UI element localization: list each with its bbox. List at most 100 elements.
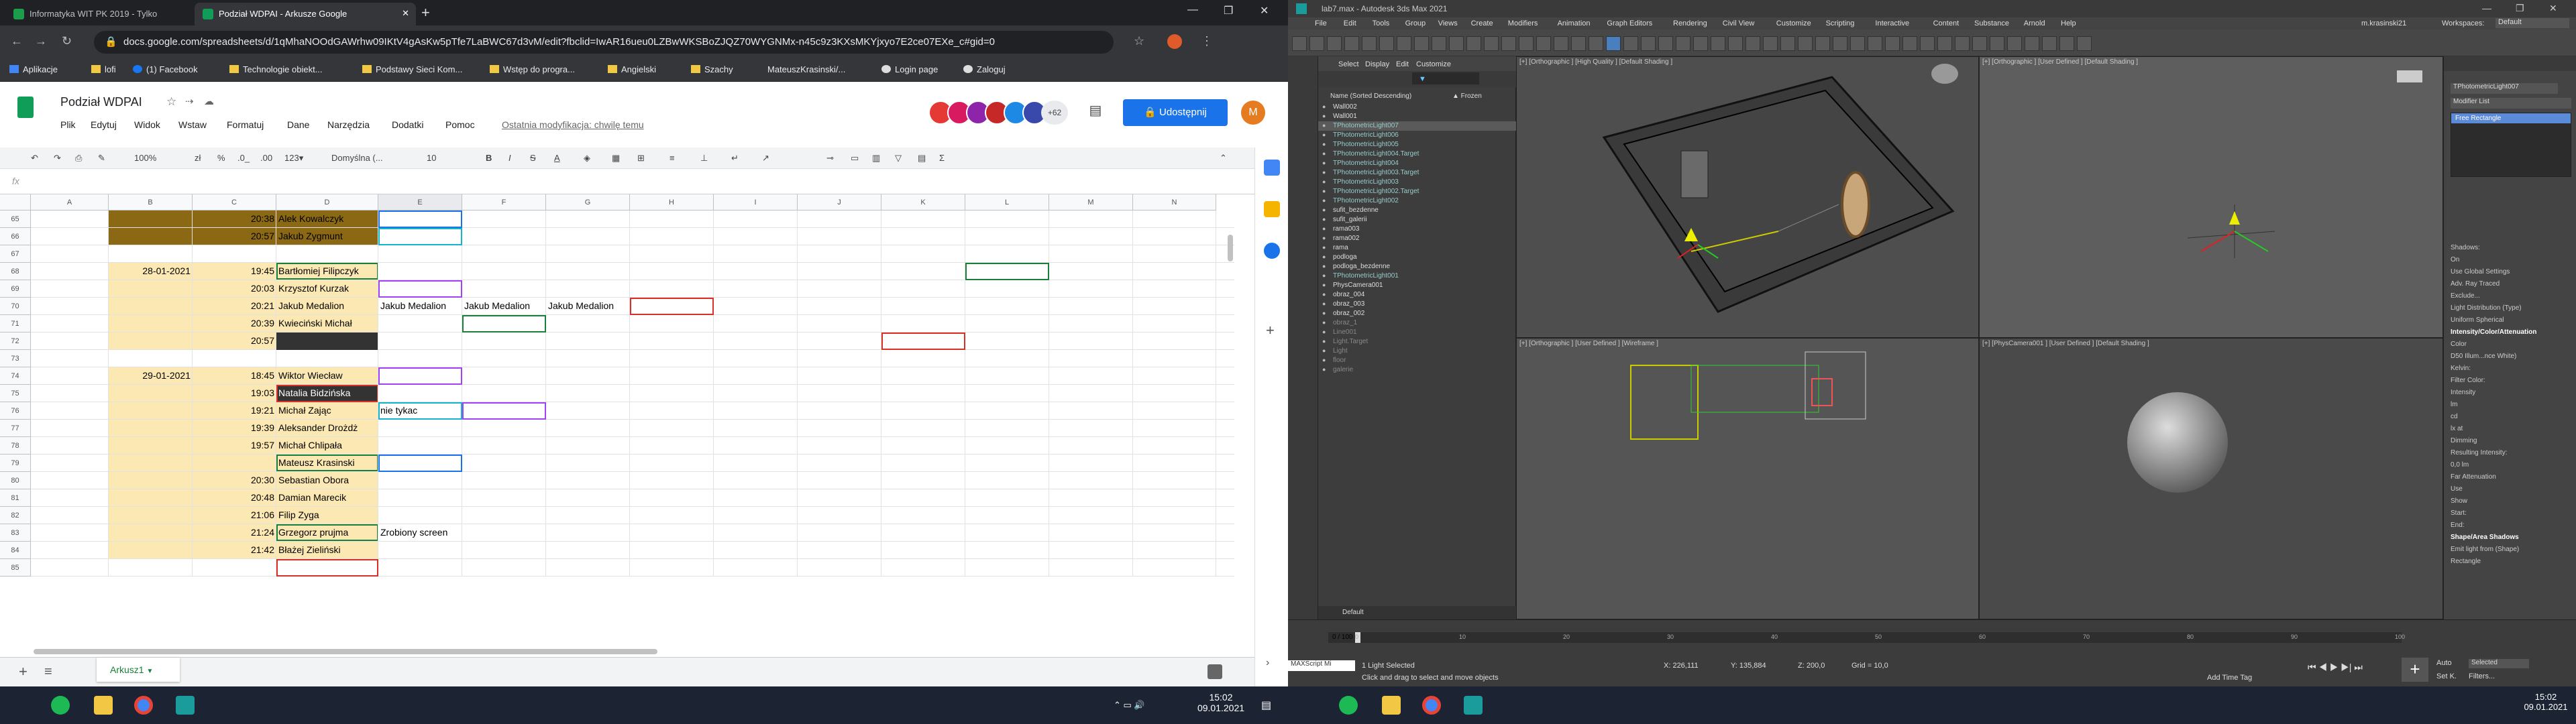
menu-dodatki[interactable]: Dodatki bbox=[392, 119, 423, 130]
toolbar-tool-icon[interactable] bbox=[1536, 36, 1551, 51]
scene-object-item[interactable]: rama002 bbox=[1333, 235, 1359, 242]
toolbar-tool-icon[interactable] bbox=[1728, 36, 1743, 51]
eye-icon[interactable]: ● bbox=[1322, 169, 1326, 176]
scene-object-item[interactable]: TPhotometricLight004.Target bbox=[1333, 150, 1419, 158]
parameter-label[interactable]: Exclude... bbox=[2451, 292, 2480, 300]
cell-name[interactable]: Filip Zyga bbox=[276, 507, 378, 524]
bookmark-tech[interactable]: Technologie obiekt... bbox=[229, 64, 323, 74]
cell-time[interactable]: 21:42 bbox=[193, 542, 276, 558]
font-select[interactable]: Domyślna (... bbox=[331, 153, 383, 163]
notifications-icon[interactable]: ▤ bbox=[1261, 699, 1271, 712]
cell-time[interactable]: 18:45 bbox=[193, 367, 276, 384]
parameter-label[interactable]: Adv. Ray Traced bbox=[2451, 280, 2500, 288]
scene-column-frozen[interactable]: ▲ Frozen bbox=[1452, 93, 1482, 100]
toolbar-tool-icon[interactable] bbox=[1833, 36, 1847, 51]
italic-button[interactable]: I bbox=[508, 153, 511, 163]
max-menu-edit[interactable]: Edit bbox=[1344, 19, 1356, 27]
toolbar-tool-icon[interactable] bbox=[1292, 36, 1307, 51]
toolbar-tool-icon[interactable] bbox=[1693, 36, 1708, 51]
row-header-69[interactable]: 69 bbox=[0, 280, 31, 298]
spotify-icon[interactable] bbox=[1339, 696, 1358, 715]
expand-panel-icon[interactable]: › bbox=[1266, 657, 1269, 669]
toolbar-tool-icon[interactable] bbox=[1309, 36, 1324, 51]
collapse-menu-icon[interactable]: ⌃ bbox=[1220, 153, 1227, 164]
set-key-button[interactable]: Set K. bbox=[2436, 672, 2457, 680]
parameter-label[interactable]: Intensity bbox=[2451, 389, 2475, 396]
horizontal-scrollbar[interactable] bbox=[34, 649, 657, 654]
chrome-icon[interactable] bbox=[134, 696, 153, 715]
viewport-label[interactable]: [+] [PhysCamera001 ] [User Defined ] [De… bbox=[1982, 340, 2149, 347]
row-header-72[interactable]: 72 bbox=[0, 333, 31, 350]
row-header-84[interactable]: 84 bbox=[0, 542, 31, 559]
parameter-label[interactable]: Shadows: bbox=[2451, 244, 2480, 251]
cell-name[interactable]: Aleksander Drożdż bbox=[276, 420, 378, 436]
bookmark-wstep[interactable]: Wstęp do progra... bbox=[490, 64, 575, 74]
maximize-icon[interactable]: ❐ bbox=[2516, 3, 2524, 14]
cell-name[interactable]: Natalia Bidzińska bbox=[276, 385, 378, 402]
scene-object-item[interactable]: TPhotometricLight002 bbox=[1333, 197, 1399, 204]
file-explorer-icon[interactable] bbox=[1382, 696, 1401, 715]
cell-g[interactable]: Jakub Medalion bbox=[546, 298, 616, 314]
key-filter-select[interactable]: Selected bbox=[2469, 659, 2529, 668]
toolbar-tool-icon[interactable] bbox=[1397, 36, 1411, 51]
scene-object-item[interactable]: rama bbox=[1333, 244, 1348, 251]
toolbar-tool-icon[interactable] bbox=[2059, 36, 2074, 51]
eye-icon[interactable]: ● bbox=[1322, 272, 1326, 279]
cell-time[interactable]: 21:06 bbox=[193, 507, 276, 524]
column-header-f[interactable]: F bbox=[462, 194, 546, 210]
parameter-label[interactable]: cd bbox=[2451, 413, 2458, 420]
align-icon[interactable]: ≡ bbox=[669, 153, 675, 163]
toolbar-tool-icon[interactable] bbox=[1641, 36, 1656, 51]
forward-icon[interactable]: → bbox=[35, 34, 47, 48]
bookmark-github[interactable]: MateuszKrasinski/... bbox=[767, 64, 845, 74]
cell-f[interactable]: Jakub Medalion bbox=[462, 298, 532, 314]
scene-object-item[interactable]: floor bbox=[1333, 357, 1346, 364]
max-menu-views[interactable]: Views bbox=[1438, 19, 1458, 27]
eye-icon[interactable]: ● bbox=[1322, 253, 1326, 260]
comments-icon[interactable]: ▤ bbox=[1084, 102, 1107, 123]
toolbar-tool-icon[interactable] bbox=[2007, 36, 2022, 51]
cell-name[interactable]: Alek Kowalczyk bbox=[276, 210, 378, 227]
bookmark-lofi[interactable]: lofi bbox=[91, 64, 116, 74]
scene-tab-edit[interactable]: Edit bbox=[1396, 60, 1409, 68]
eye-icon[interactable]: ● bbox=[1322, 366, 1326, 373]
eye-icon[interactable]: ● bbox=[1322, 357, 1326, 363]
eye-icon[interactable]: ● bbox=[1322, 225, 1326, 232]
modifier-stack-item[interactable]: Free Rectangle bbox=[2451, 113, 2571, 123]
3dsmax-icon[interactable] bbox=[1464, 696, 1483, 715]
max-menu-substance[interactable]: Substance bbox=[1974, 19, 2009, 27]
cell-date[interactable]: 29-01-2021 bbox=[109, 367, 193, 384]
cell-time[interactable]: 20:30 bbox=[193, 472, 276, 489]
cell-name[interactable] bbox=[276, 333, 378, 350]
increase-decimal-button[interactable]: .00 bbox=[260, 153, 272, 163]
toolbar-tool-icon[interactable] bbox=[1623, 36, 1638, 51]
toolbar-tool-icon[interactable] bbox=[2077, 36, 2092, 51]
bold-button[interactable]: B bbox=[486, 153, 492, 163]
toolbar-tool-icon[interactable] bbox=[1972, 36, 1987, 51]
coord-z[interactable]: Z: 200,0 bbox=[1798, 662, 1825, 670]
tray-icons[interactable]: ⌃ ▭ 🔊 bbox=[1114, 700, 1145, 711]
column-header-n[interactable]: N bbox=[1133, 194, 1216, 210]
add-time-tag[interactable]: Add Time Tag bbox=[2207, 674, 2252, 682]
scene-object-item[interactable]: Light.Target bbox=[1333, 338, 1368, 345]
cell-name[interactable]: Sebastian Obora bbox=[276, 472, 378, 489]
parameter-label[interactable]: Rectangle bbox=[2451, 558, 2481, 565]
scene-object-item[interactable]: TPhotometricLight006 bbox=[1333, 131, 1399, 139]
toolbar-tool-icon[interactable] bbox=[1990, 36, 2004, 51]
scene-object-item[interactable]: TPhotometricLight003.Target bbox=[1333, 169, 1419, 176]
scene-object-item[interactable]: sufit_bezdenne bbox=[1333, 206, 1379, 214]
font-size-select[interactable]: 10 bbox=[427, 153, 436, 163]
coord-x[interactable]: X: 226,111 bbox=[1664, 662, 1699, 670]
column-header-k[interactable]: K bbox=[881, 194, 965, 210]
toolbar-tool-icon[interactable] bbox=[1466, 36, 1481, 51]
max-menu-group[interactable]: Group bbox=[1405, 19, 1426, 27]
auto-key-button[interactable]: Auto bbox=[2436, 659, 2452, 667]
toolbar-tool-icon[interactable] bbox=[1780, 36, 1795, 51]
eye-icon[interactable]: ● bbox=[1322, 178, 1326, 185]
parameter-label[interactable]: Use Global Settings bbox=[2451, 268, 2510, 276]
toolbar-tool-icon[interactable] bbox=[1571, 36, 1586, 51]
cell-name[interactable]: Michał Zając bbox=[276, 402, 378, 419]
viewcube-icon[interactable] bbox=[2397, 70, 2422, 82]
filter-icon[interactable]: ▼ bbox=[1419, 75, 1426, 83]
toolbar-tool-icon[interactable] bbox=[1327, 36, 1342, 51]
